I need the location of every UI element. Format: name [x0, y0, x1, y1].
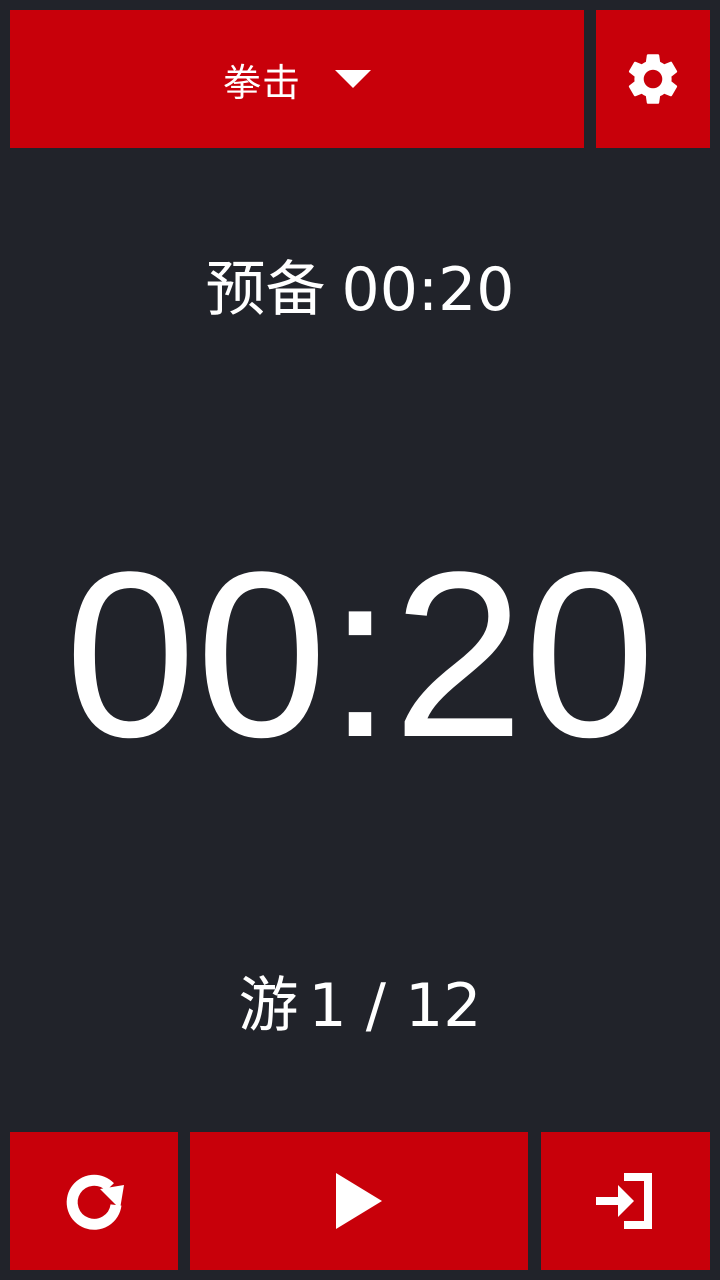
triangle-down-icon: [335, 70, 371, 88]
round-label: 游: [238, 971, 299, 1041]
settings-button[interactable]: [596, 10, 710, 148]
gear-icon: [622, 48, 684, 110]
exit-icon: [594, 1169, 658, 1233]
refresh-icon: [58, 1165, 130, 1237]
phase-status: 预备 00:20: [0, 248, 720, 332]
phase-label: 预备: [205, 255, 326, 325]
round-progress: 1 / 12: [308, 971, 482, 1041]
reset-button[interactable]: [10, 1132, 178, 1270]
countdown-timer: 00:20: [64, 523, 656, 787]
play-button[interactable]: [190, 1132, 528, 1270]
mode-selector-button[interactable]: 拳击: [10, 10, 584, 148]
round-status: 游1 / 12: [0, 964, 720, 1048]
interval-timer-screen: 拳击 预备 00:20 00:20 游1 / 12: [0, 0, 720, 1280]
phase-time: 00:20: [341, 255, 515, 325]
exit-button[interactable]: [541, 1132, 710, 1270]
play-icon: [334, 1171, 384, 1231]
mode-label: 拳击: [222, 60, 301, 105]
